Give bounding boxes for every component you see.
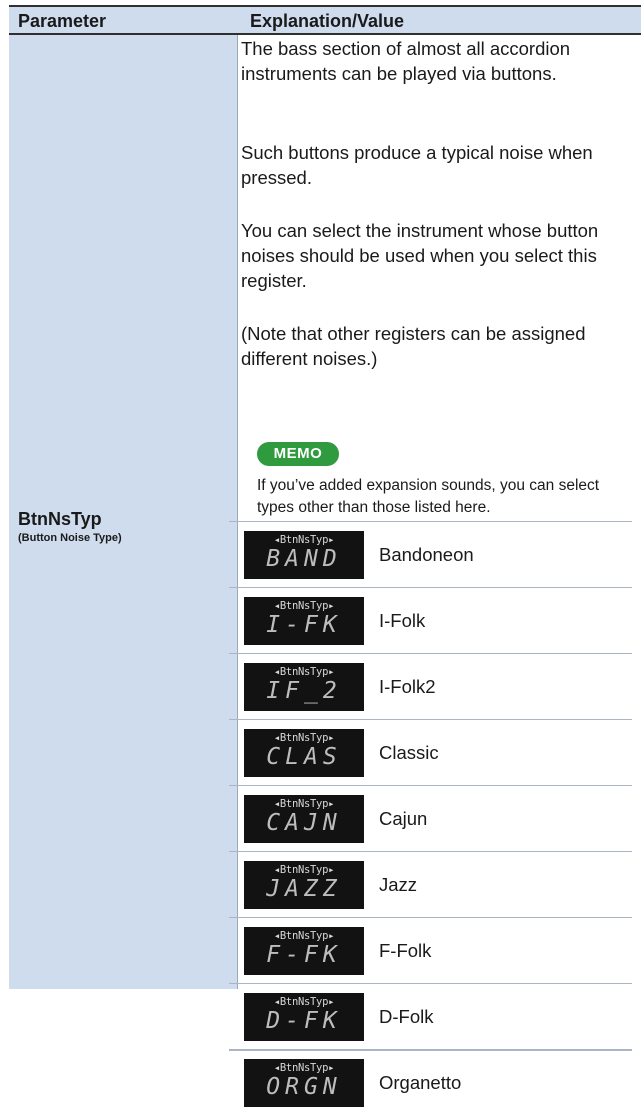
- table-header: Parameter Explanation/Value: [9, 5, 641, 35]
- option-label: Cajun: [379, 808, 428, 829]
- option-row: ◂BtnNsTyp▸ CLAS Classic: [229, 719, 632, 785]
- lcd-title: ◂BtnNsTyp▸: [273, 1062, 335, 1074]
- lcd-code: F-FK: [266, 942, 342, 968]
- explanation-column-header: Explanation/Value: [250, 11, 405, 31]
- description-paragraph: (Note that other registers can be assign…: [241, 323, 586, 369]
- option-label: I-Folk: [379, 610, 426, 631]
- description-paragraph: You can select the instrument whose butt…: [241, 220, 599, 291]
- lcd-code: JAZZ: [266, 876, 342, 902]
- option-label: Organetto: [379, 1072, 462, 1093]
- option-label: F-Folk: [379, 940, 432, 961]
- option-label: Bandoneon: [379, 544, 474, 565]
- lcd-code: I-FK: [266, 612, 342, 638]
- lcd-display-image: ◂BtnNsTyp▸ ORGN: [244, 1059, 364, 1107]
- lcd-display-image: ◂BtnNsTyp▸ CLAS: [244, 729, 364, 777]
- parameter-full-name: (Button Noise Type): [18, 532, 122, 544]
- option-label: Jazz: [379, 874, 418, 895]
- description-paragraph: Such buttons produce a typical noise whe…: [241, 142, 593, 188]
- lcd-title: ◂BtnNsTyp▸: [273, 864, 335, 876]
- option-row: ◂BtnNsTyp▸ BAND Bandoneon: [229, 521, 632, 587]
- lcd-title: ◂BtnNsTyp▸: [273, 798, 335, 810]
- lcd-code: IF_2: [266, 678, 342, 704]
- option-row: ◂BtnNsTyp▸ IF_2 I-Folk2: [229, 653, 632, 719]
- option-row: ◂BtnNsTyp▸ F-FK F-Folk: [229, 917, 632, 983]
- lcd-code: BAND: [266, 546, 342, 572]
- option-label: I-Folk2: [379, 676, 436, 697]
- option-row: ◂BtnNsTyp▸ JAZZ Jazz: [229, 851, 632, 917]
- memo-text: If you’ve added expansion sounds, you ca…: [257, 477, 600, 516]
- lcd-code: CLAS: [266, 744, 342, 770]
- lcd-display-image: ◂BtnNsTyp▸ D-FK: [244, 993, 364, 1041]
- lcd-display-image: ◂BtnNsTyp▸ F-FK: [244, 927, 364, 975]
- option-row: ◂BtnNsTyp▸ CAJN Cajun: [229, 785, 632, 851]
- lcd-code: D-FK: [266, 1008, 342, 1034]
- option-row: ◂BtnNsTyp▸ ORGN Organetto: [229, 1049, 632, 1107]
- lcd-display-image: ◂BtnNsTyp▸ IF_2: [244, 663, 364, 711]
- parameter-cell: BtnNsTyp (Button Noise Type): [9, 35, 237, 989]
- parameter-name: BtnNsTyp: [18, 509, 102, 529]
- option-label: D-Folk: [379, 1006, 434, 1027]
- description-paragraph: The bass section of almost all accordion…: [241, 38, 571, 84]
- lcd-code: CAJN: [266, 810, 342, 836]
- lcd-title: ◂BtnNsTyp▸: [273, 600, 335, 612]
- lcd-code: ORGN: [266, 1074, 342, 1100]
- parameter-column-header: Parameter: [18, 11, 107, 31]
- option-label: Classic: [379, 742, 439, 763]
- lcd-title: ◂BtnNsTyp▸: [273, 930, 335, 942]
- lcd-title: ◂BtnNsTyp▸: [273, 996, 335, 1008]
- option-row: ◂BtnNsTyp▸ I-FK I-Folk: [229, 587, 632, 653]
- lcd-display-image: ◂BtnNsTyp▸ JAZZ: [244, 861, 364, 909]
- lcd-title: ◂BtnNsTyp▸: [273, 666, 335, 678]
- lcd-display-image: ◂BtnNsTyp▸ CAJN: [244, 795, 364, 843]
- lcd-display-image: ◂BtnNsTyp▸ I-FK: [244, 597, 364, 645]
- lcd-display-image: ◂BtnNsTyp▸ BAND: [244, 531, 364, 579]
- memo-badge: MEMO: [257, 442, 339, 466]
- option-row: ◂BtnNsTyp▸ D-FK D-Folk: [229, 983, 632, 1049]
- lcd-title: ◂BtnNsTyp▸: [273, 534, 335, 546]
- lcd-title: ◂BtnNsTyp▸: [273, 732, 335, 744]
